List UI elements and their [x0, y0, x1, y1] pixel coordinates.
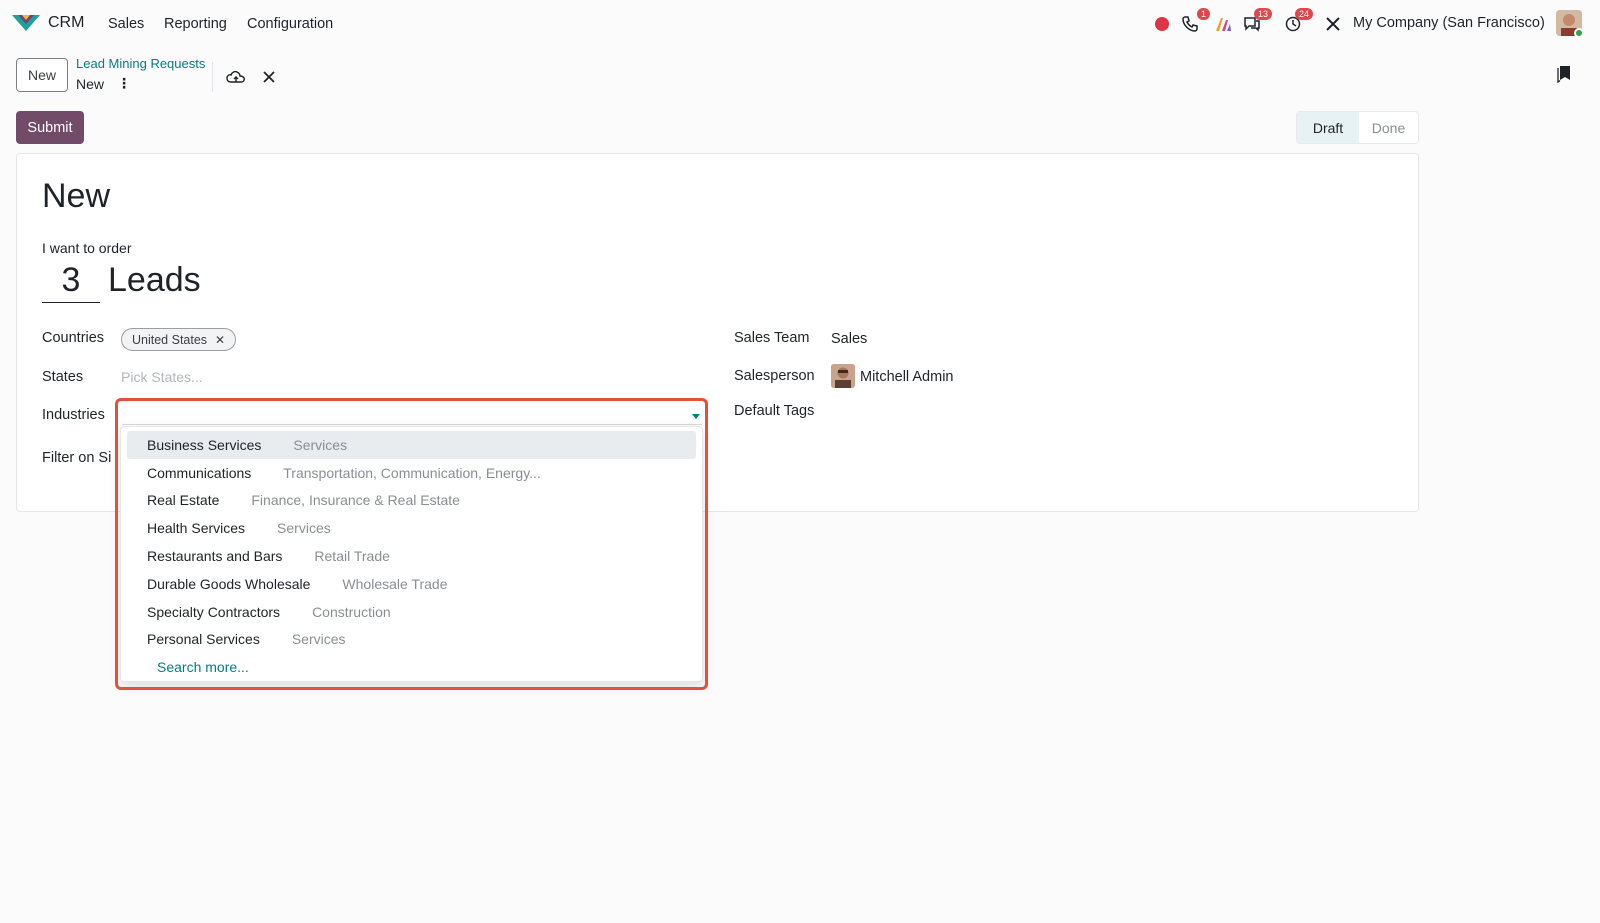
breadcrumb-parent[interactable]: Lead Mining Requests — [76, 56, 205, 71]
status-draft[interactable]: Draft — [1297, 112, 1359, 143]
order-label: I want to order — [42, 240, 132, 256]
tools-icon[interactable] — [1323, 14, 1343, 34]
sales-team-field[interactable]: Sales — [831, 331, 867, 347]
phone-icon[interactable]: 1 — [1180, 8, 1210, 34]
online-status-dot — [1574, 28, 1584, 38]
status-bar: Draft Done — [1296, 111, 1419, 144]
country-tag: United States ✕ — [121, 328, 237, 351]
menu-sales[interactable]: Sales — [108, 16, 144, 32]
activity-clock-icon[interactable]: 24 — [1283, 8, 1313, 34]
ai-icon[interactable] — [1213, 14, 1233, 34]
top-navbar: CRM Sales Reporting Configuration 1 13 2… — [0, 0, 1600, 46]
record-actions-kebab-icon[interactable]: ⋮ — [117, 75, 131, 91]
messages-icon[interactable]: 13 — [1242, 8, 1272, 34]
focus-highlight — [115, 398, 708, 690]
discard-close-icon[interactable] — [258, 66, 280, 88]
crm-app-icon[interactable] — [12, 13, 40, 33]
record-name[interactable]: New — [42, 177, 110, 216]
status-done[interactable]: Done — [1359, 112, 1418, 143]
salesperson-field[interactable]: Mitchell Admin — [860, 369, 953, 385]
lead-unit-label: Leads — [108, 261, 201, 299]
lead-count-input[interactable]: 3 — [42, 259, 100, 303]
save-cloud-icon[interactable] — [225, 66, 247, 88]
remove-tag-icon[interactable]: ✕ — [215, 333, 225, 347]
sales-team-label: Sales Team — [734, 330, 810, 346]
control-panel-divider — [212, 62, 213, 92]
breadcrumb-current: New — [76, 76, 105, 92]
menu-reporting[interactable]: Reporting — [164, 16, 227, 32]
states-input[interactable]: Pick States... — [121, 369, 203, 385]
app-name[interactable]: CRM — [48, 14, 84, 32]
countries-label: Countries — [42, 330, 105, 346]
salesperson-label: Salesperson — [734, 368, 815, 384]
default-tags-label: Default Tags — [734, 403, 815, 419]
phone-badge: 1 — [1196, 8, 1210, 20]
activities-badge: 24 — [1294, 8, 1313, 20]
states-label: States — [42, 369, 84, 385]
salesperson-avatar — [831, 364, 855, 388]
new-record-button[interactable]: New — [16, 58, 68, 92]
filter-on-size-label: Filter on Si — [42, 450, 112, 466]
country-tag-label: United States — [132, 332, 208, 347]
menu-configuration[interactable]: Configuration — [247, 16, 333, 32]
messages-badge: 13 — [1253, 8, 1272, 20]
submit-button[interactable]: Submit — [16, 111, 84, 144]
company-switcher[interactable]: My Company (San Francisco) — [1353, 15, 1545, 31]
record-icon[interactable] — [1152, 14, 1172, 34]
bookmark-icon[interactable] — [1553, 63, 1575, 85]
industries-label: Industries — [42, 407, 105, 423]
